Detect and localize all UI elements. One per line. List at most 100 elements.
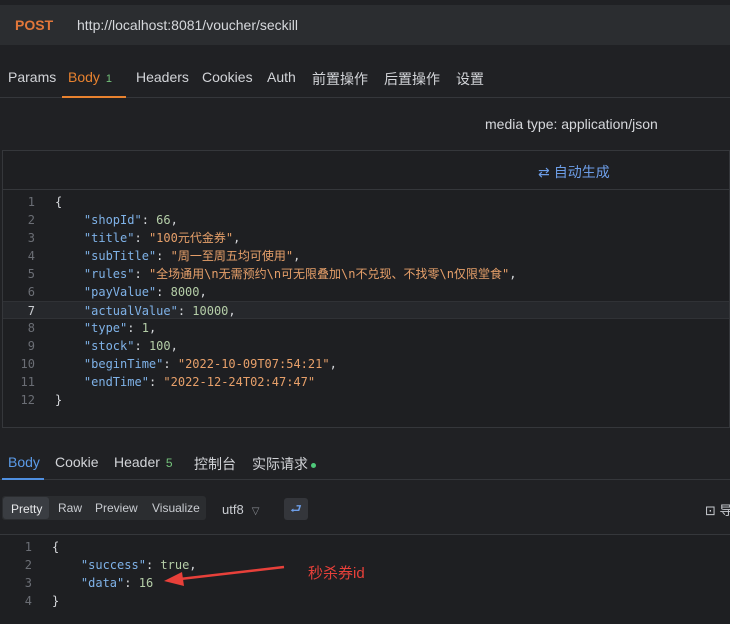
- json-value: 10000: [192, 304, 229, 318]
- resp-tab-cookie[interactable]: Cookie: [55, 454, 99, 470]
- line-number: 1: [27, 195, 35, 209]
- code-line: 6 "payValue": 8000,: [3, 283, 729, 301]
- tab-headers[interactable]: Headers: [136, 69, 189, 85]
- tab-post-script[interactable]: 后置操作: [384, 69, 440, 89]
- tab-auth[interactable]: Auth: [267, 69, 296, 85]
- code-line: 3 "data": 16: [0, 574, 730, 592]
- json-value: "周一至周五均可使用": [170, 249, 294, 263]
- code-line: 4 "subTitle": "周一至周五均可使用",: [3, 247, 729, 265]
- code-line: 4}: [0, 592, 730, 610]
- url-box[interactable]: POST http://localhost:8081/voucher/secki…: [0, 5, 730, 45]
- resp-tab-header[interactable]: Header 5: [114, 454, 173, 470]
- response-tabs: Body Cookie Header 5 控制台 实际请求: [0, 444, 730, 480]
- view-raw-button[interactable]: Raw: [58, 501, 82, 515]
- resp-tab-actual-request[interactable]: 实际请求: [252, 454, 316, 474]
- tab-body[interactable]: Body 1: [68, 69, 112, 85]
- line-number: 2: [27, 213, 35, 227]
- tab-body-label: Body: [68, 69, 100, 85]
- view-visualize-button[interactable]: Visualize: [152, 501, 200, 515]
- json-key: "type": [83, 321, 128, 335]
- line-number: 10: [20, 357, 35, 371]
- line-number: 5: [27, 267, 35, 281]
- json-value: 100: [148, 339, 171, 353]
- resp-tab-header-label: Header: [114, 454, 160, 470]
- code-text: "rules": "全场通用\n无需预约\n可无限叠加\n不兑现、不找零\n仅限…: [83, 267, 517, 281]
- json-value: "2022-12-24T02:47:47": [163, 375, 316, 389]
- request-tabs: Params Body 1 Headers Cookies Auth 前置操作 后…: [0, 58, 730, 98]
- annotation-label: 秒杀券id: [308, 565, 365, 582]
- resp-tab-body[interactable]: Body: [8, 454, 40, 470]
- code-line: 9 "stock": 100,: [3, 337, 729, 355]
- auto-generate-button[interactable]: ⇄ 自动生成: [538, 162, 610, 182]
- view-preview-button[interactable]: Preview: [95, 501, 138, 515]
- code-text: "type": 1,: [83, 321, 157, 335]
- status-dot: [311, 462, 316, 468]
- code-text: "subTitle": "周一至周五均可使用",: [83, 249, 301, 263]
- code-text: "actualValue": 10000,: [83, 304, 236, 318]
- code-text: "data": 16: [80, 576, 154, 590]
- wrap-lines-icon[interactable]: ⮐: [284, 498, 308, 520]
- code-line: 1{: [0, 538, 730, 556]
- json-key: "beginTime": [83, 357, 164, 371]
- response-code-lines: 1{2 "success": true, 3 "data": 16 4}: [0, 538, 730, 610]
- code-line: 8 "type": 1,: [3, 319, 729, 337]
- json-key: "stock": [83, 339, 135, 353]
- code-brace: }: [55, 393, 63, 407]
- json-value: 16: [138, 576, 154, 590]
- code-text: "endTime": "2022-12-24T02:47:47": [83, 375, 316, 389]
- code-brace: {: [55, 195, 63, 209]
- tab-settings[interactable]: 设置: [456, 69, 484, 89]
- line-number: 6: [27, 285, 35, 299]
- json-value: 1: [141, 321, 149, 335]
- code-text: {: [55, 193, 62, 211]
- view-pretty-button[interactable]: Pretty: [3, 497, 49, 519]
- tab-cookies[interactable]: Cookies: [202, 69, 253, 85]
- code-line: 2 "shopId": 66,: [3, 211, 729, 229]
- code-line: 7 "actualValue": 10000,: [3, 301, 729, 319]
- json-value: 8000: [170, 285, 200, 299]
- json-key: "endTime": [83, 375, 149, 389]
- json-key: "data": [80, 576, 125, 590]
- request-body-editor[interactable]: ⇄ 自动生成 1{2 "shopId": 66, 3 "title": "100元代…: [2, 150, 730, 428]
- json-key: "payValue": [83, 285, 157, 299]
- code-brace: }: [52, 594, 60, 608]
- method-selector[interactable]: POST: [15, 17, 53, 33]
- line-number: 4: [27, 249, 35, 263]
- code-line: 2 "success": true,: [0, 556, 730, 574]
- refresh-icon: ⇄: [538, 164, 550, 180]
- line-number: 3: [24, 576, 32, 590]
- media-type-selector[interactable]: media type: application/json: [485, 116, 658, 132]
- line-number: 7: [27, 304, 35, 318]
- resp-tab-header-badge: 5: [165, 456, 173, 470]
- export-button[interactable]: ⊡ 导出: [705, 500, 730, 519]
- json-value: "100元代金券": [148, 231, 234, 245]
- red-arrow-annotation: [164, 565, 285, 586]
- line-number: 8: [27, 321, 35, 335]
- tab-params[interactable]: Params: [8, 69, 56, 85]
- json-value: "2022-10-09T07:54:21": [177, 357, 330, 371]
- url-bar-area: POST http://localhost:8081/voucher/secki…: [0, 0, 730, 50]
- response-body-viewer[interactable]: 1{2 "success": true, 3 "data": 16 4}: [0, 534, 730, 624]
- code-text: "title": "100元代金券",: [83, 231, 241, 245]
- code-line: 12}: [3, 391, 729, 409]
- encoding-select[interactable]: utf8 ▽: [222, 502, 259, 517]
- code-line: 11 "endTime": "2022-12-24T02:47:47": [3, 373, 729, 391]
- resp-tab-console[interactable]: 控制台: [194, 454, 236, 474]
- json-key: "actualValue": [83, 304, 178, 318]
- line-number: 12: [20, 393, 35, 407]
- code-brace: {: [52, 540, 60, 554]
- code-line: 5 "rules": "全场通用\n无需预约\n可无限叠加\n不兑现、不找零\n…: [3, 265, 729, 283]
- tab-pre-script[interactable]: 前置操作: [312, 69, 368, 89]
- code-text: "stock": 100,: [83, 339, 178, 353]
- url-input[interactable]: http://localhost:8081/voucher/seckill: [77, 17, 298, 33]
- auto-generate-label: 自动生成: [553, 164, 610, 180]
- chevron-down-icon: ▽: [251, 506, 260, 517]
- json-key: "rules": [83, 267, 135, 281]
- line-number: 9: [27, 339, 35, 353]
- resp-active-underline: [2, 478, 44, 480]
- json-key: "shopId": [83, 213, 142, 227]
- code-text: "shopId": 66,: [83, 213, 178, 227]
- code-text: }: [55, 391, 62, 409]
- json-key: "success": [80, 558, 146, 572]
- line-number: 4: [24, 594, 32, 608]
